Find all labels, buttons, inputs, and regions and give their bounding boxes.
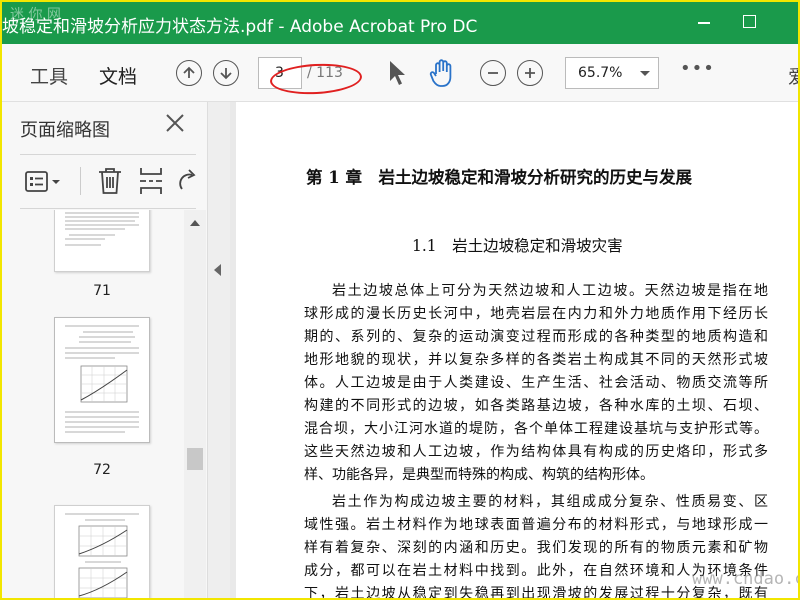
page-preview-72 <box>65 325 139 433</box>
page-thumbnail-73[interactable] <box>54 505 150 598</box>
document-page: 第 1 章 岩土边坡稳定和滑坡分析研究的历史与发展 1.1 岩土边坡稳定和滑坡灾… <box>236 102 798 598</box>
arrow-down-icon <box>220 68 232 80</box>
next-page-button[interactable] <box>213 60 239 86</box>
text-line: 混合坝，大小江河水道的堤防，各个单体工程建设基坑与支护形式等。 <box>304 421 768 437</box>
maximize-button[interactable] <box>730 10 770 36</box>
scrollbar-thumb[interactable] <box>187 448 203 470</box>
page-thumbnail-72[interactable] <box>54 317 150 443</box>
thumbnail-label: 71 <box>93 283 111 299</box>
window-title: 坡稳定和滑坡分析应力状态方法.pdf - Adobe Acrobat Pro D… <box>2 17 478 37</box>
tab-document[interactable]: 文档 <box>99 62 137 89</box>
minimize-button[interactable] <box>684 10 724 36</box>
text-line: 这些天然边坡和人工边坡，作为结构体具有构成的历史烙印，形式多 <box>304 444 768 460</box>
thumbnail-options-icon[interactable] <box>24 169 64 195</box>
text-line: 期的、系列的、复杂的运动演变过程而形成的各种类型的地质构造和 <box>304 329 768 345</box>
text-line: 体。人工边坡是由于人类建设、生产生活、社会活动、物质交流等所 <box>304 375 768 391</box>
insert-pages-icon[interactable] <box>138 166 164 196</box>
text-line: 构建的不同形式的边坡，如各类路基边坡，各种水库的土坝、石坝、 <box>304 398 768 414</box>
site-watermark: www.cndao.com <box>692 569 798 589</box>
trash-icon[interactable] <box>97 166 123 196</box>
thumbnail-scrollbar[interactable] <box>184 210 206 598</box>
zoom-dropdown[interactable]: 65.7% <box>565 57 659 89</box>
minimize-icon <box>698 22 710 24</box>
zoom-out-button[interactable] <box>480 60 506 86</box>
page-preview-73 <box>65 513 139 598</box>
zoom-in-button[interactable] <box>517 60 543 86</box>
arrow-up-icon <box>183 66 195 78</box>
more-tools-button[interactable]: ••• <box>680 58 715 79</box>
previous-page-button[interactable] <box>176 60 202 86</box>
text-line: 样有着复杂、深刻的内涵和历史。我们发现的所有的物质元素和矿物 <box>304 540 768 556</box>
section-title: 1.1 岩土边坡稳定和滑坡灾害 <box>412 237 623 255</box>
text-line: 域性强。岩土材料作为地球表面普遍分布的材料形式，与地球形成一 <box>304 517 768 533</box>
scroll-up-icon[interactable] <box>190 220 200 226</box>
page-preview-71 <box>65 212 139 246</box>
chevron-down-icon <box>640 71 650 76</box>
document-view[interactable]: 第 1 章 岩土边坡稳定和滑坡分析研究的历史与发展 1.1 岩土边坡稳定和滑坡灾… <box>230 102 798 598</box>
rotate-icon[interactable] <box>176 167 198 195</box>
panel-title: 页面缩略图 <box>20 120 110 141</box>
zoom-value: 65.7% <box>578 65 623 81</box>
panel-toolbar-divider <box>80 167 81 195</box>
thumbnail-list: 71 72 <box>2 210 208 598</box>
minus-icon <box>488 72 498 74</box>
toolbar-cut-label[interactable]: 爱 <box>788 62 798 89</box>
panel-collapse-strip[interactable] <box>208 102 230 598</box>
panel-divider-2 <box>20 208 196 209</box>
chapter-title: 第 1 章 岩土边坡稳定和滑坡分析研究的历史与发展 <box>306 168 692 187</box>
close-icon <box>166 114 184 132</box>
text-line: 地形地貌的现状，并以复杂多样的各类岩土构成其不同的天然形式坡 <box>304 352 768 368</box>
page-thumbnail-71[interactable] <box>54 210 150 272</box>
collapse-arrow-icon[interactable] <box>214 264 221 276</box>
plus-icon <box>525 68 535 78</box>
text-line: 样、功能各异，是典型而特殊的构成、构筑的结构形体。 <box>304 467 654 483</box>
close-panel-button[interactable] <box>164 112 186 139</box>
paragraph-1: 岩土边坡总体上可分为天然边坡和人工边坡。天然边坡是指在地 球形成的漫长历史长河中… <box>304 280 768 487</box>
hand-tool-icon[interactable] <box>428 57 458 89</box>
text-line: 岩土边坡总体上可分为天然边坡和人工边坡。天然边坡是指在地 <box>332 283 768 299</box>
app-window: 坡稳定和滑坡分析应力状态方法.pdf - Adobe Acrobat Pro D… <box>2 2 798 598</box>
panel-toolbar <box>2 157 208 207</box>
corner-watermark: 迷 你 网 <box>10 7 61 23</box>
maximize-icon <box>743 15 756 28</box>
panel-divider <box>20 154 196 155</box>
select-cursor-icon[interactable] <box>386 59 408 87</box>
text-line: 岩土作为构成边坡主要的材料，其组成成分复杂、性质易变、区 <box>332 494 768 510</box>
tab-tools[interactable]: 工具 <box>30 62 68 89</box>
title-bar: 坡稳定和滑坡分析应力状态方法.pdf - Adobe Acrobat Pro D… <box>2 2 798 44</box>
main-toolbar: 工具 文档 3 / 113 65.7% ••• 爱 <box>2 44 798 102</box>
thumbnail-label: 72 <box>93 462 111 478</box>
thumbnails-panel: 页面缩略图 71 72 <box>2 102 208 598</box>
text-line: 球形成的漫长历史长河中，地壳岩层在内力和外力地质作用下经历长 <box>304 306 768 322</box>
